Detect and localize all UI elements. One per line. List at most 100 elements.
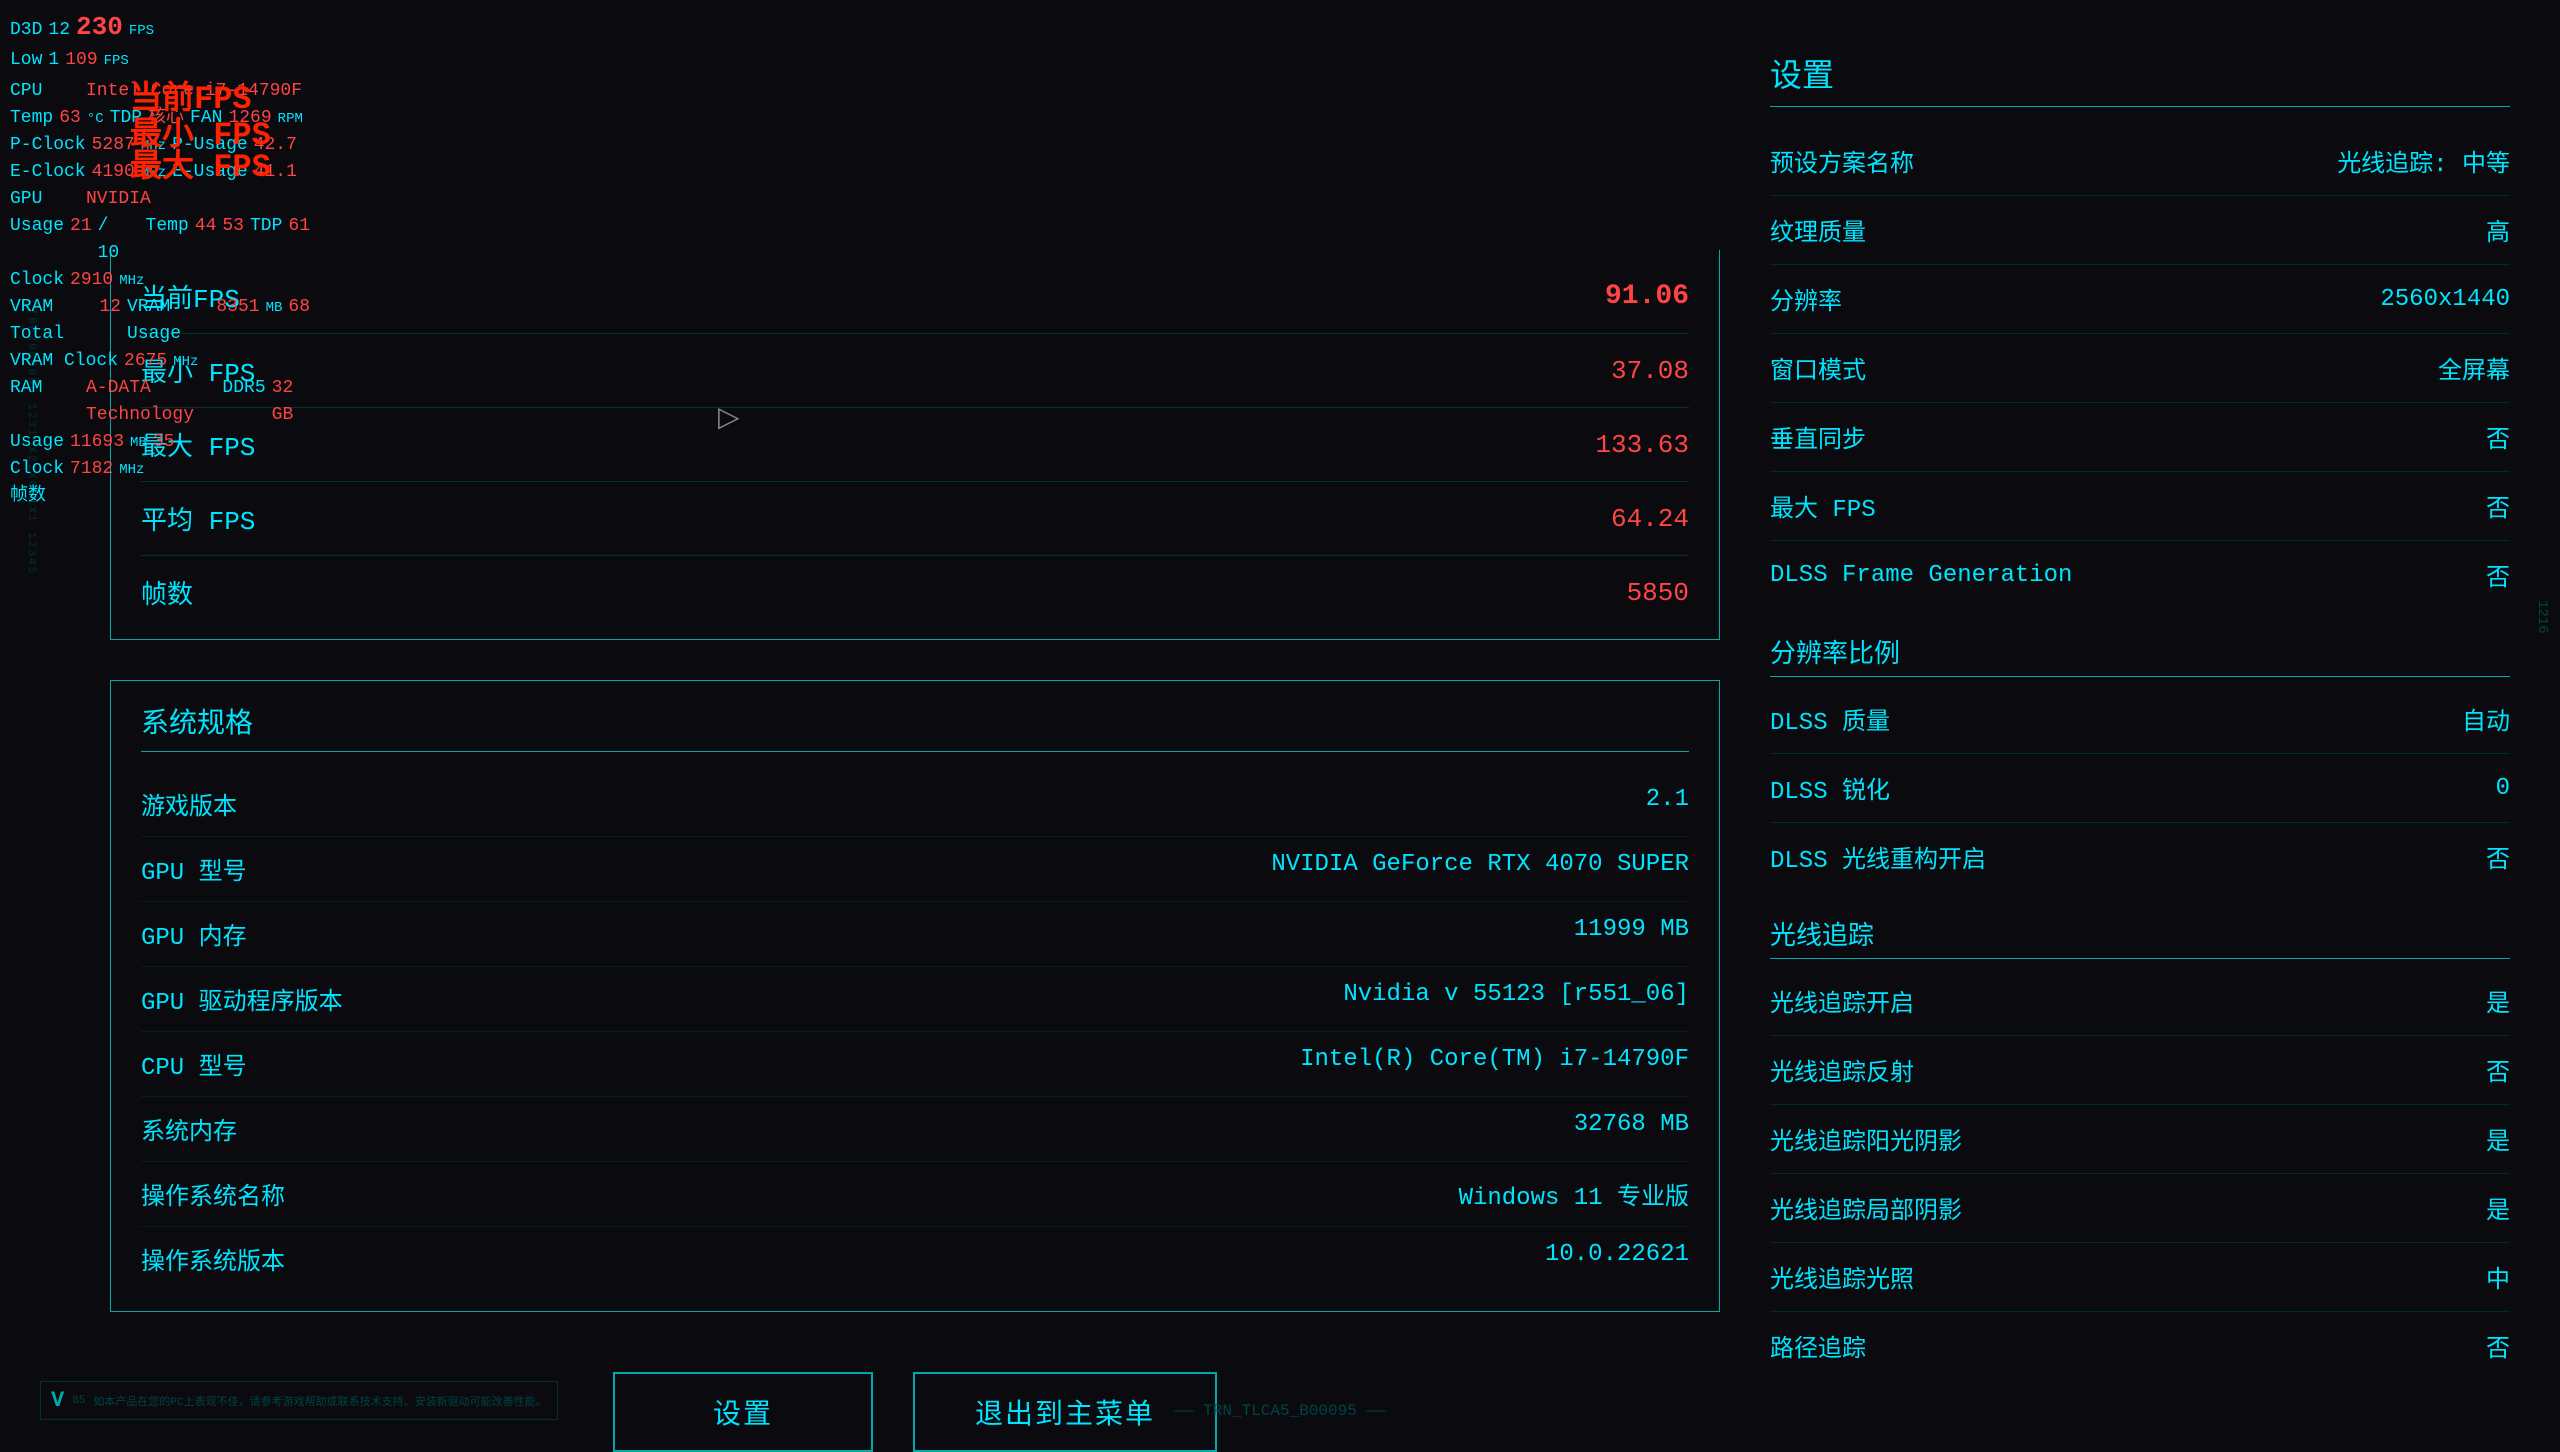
settings-row: 最大 FPS 否: [1770, 472, 2510, 541]
settings-rt-row: 光线追踪反射否: [1770, 1036, 2510, 1105]
hud-fps-low: 109: [65, 47, 97, 74]
settings-row: 分辨率 2560x1440: [1770, 265, 2510, 334]
settings-row-label: 窗口模式: [1770, 350, 1866, 386]
spec-row-value: 2.1: [1646, 786, 1689, 822]
settings-row-value: 2560x1440: [2380, 286, 2510, 313]
hud-cpu-label: CPU: [10, 78, 80, 105]
fps-min-value: 37.08: [1611, 356, 1689, 386]
hud-pct35: 35: [153, 429, 175, 456]
settings-ratio-row-value: 自动: [2462, 701, 2510, 737]
spec-row-value: Nvidia v 55123 [r551_06]: [1343, 981, 1689, 1017]
hud-fps-unit: FPS: [129, 21, 154, 42]
settings-rt-row-label: 光线追踪阳光阴影: [1770, 1121, 1962, 1157]
hud-vram-clock-label: VRAM Clock: [10, 348, 118, 375]
fps-avg-row: 平均 FPS 64.24: [141, 482, 1689, 556]
settings-row: 纹理质量高: [1770, 196, 2510, 265]
settings-ratio-row-value: 0: [2496, 775, 2510, 802]
hud-usage2-value: 11693: [70, 429, 124, 456]
hud-fps-low-unit: FPS: [104, 51, 129, 72]
settings-title: 设置: [1770, 50, 2510, 107]
hud-vram-total-value: 12: [99, 294, 121, 321]
spec-row-label: 操作系统版本: [141, 1241, 285, 1277]
settings-rt-row-value: 是: [2486, 983, 2510, 1019]
version-desc: 如本产品在您的PC上表现不佳，请参考游戏帮助或联系技术支持。安装新驱动可能改善性…: [93, 1393, 546, 1409]
hud-ram-value: A-DATA Technology: [86, 375, 216, 429]
spec-row: GPU 型号NVIDIA GeForce RTX 4070 SUPER: [141, 837, 1689, 902]
hud-clock2-value: 2910: [70, 267, 113, 294]
left-panel: 当前FPS 91.06 最小 FPS 37.08 最大 FPS 133.63 平…: [110, 30, 1720, 1320]
settings-rt-row: 光线追踪光照中: [1770, 1243, 2510, 1312]
hud-clock3-value: 7182: [70, 456, 113, 483]
settings-raytracing-section: 光线追踪: [1770, 915, 2510, 959]
hud-gpu-label: GPU: [10, 186, 80, 213]
hud-tdp2-val: 61: [288, 213, 310, 240]
settings-main-rows: 预设方案名称光线追踪: 中等纹理质量高分辨率 2560x1440 窗口模式 全屏幕垂直…: [1770, 127, 2510, 609]
hud-usage-value: 21: [70, 213, 92, 240]
hud-low-value: 1: [48, 47, 59, 74]
fps-avg-value: 64.24: [1611, 504, 1689, 534]
settings-ratio-row: DLSS 质量 自动: [1770, 685, 2510, 754]
settings-rt-row-value: 是: [2486, 1190, 2510, 1226]
hud-temp2-label: Temp: [146, 213, 189, 240]
main-content: 当前FPS 91.06 最小 FPS 37.08 最大 FPS 133.63 平…: [110, 30, 2510, 1320]
settings-ratio-row-value: 否: [2486, 839, 2510, 875]
hud-usage-label: Usage: [10, 213, 64, 240]
spec-row-value: 11999 MB: [1574, 916, 1689, 952]
fps-stats-container: 当前FPS 91.06 最小 FPS 37.08 最大 FPS 133.63 平…: [110, 250, 1720, 640]
hud-temp2b-val: 53: [222, 213, 244, 240]
settings-ratio-row-label: DLSS 质量: [1770, 701, 1890, 737]
settings-ratio-row-label: DLSS 锐化: [1770, 770, 1890, 806]
settings-raytracing-rows: 光线追踪开启是光线追踪反射否光线追踪阳光阴影是光线追踪局部阴影是光线追踪光照中路…: [1770, 967, 2510, 1380]
hud-clock3-label: Clock: [10, 456, 64, 483]
fps-max-row: 最大 FPS 133.63: [141, 408, 1689, 482]
spec-row: GPU 内存11999 MB: [141, 902, 1689, 967]
settings-ratio-row: DLSS 锐化 0: [1770, 754, 2510, 823]
settings-row-value: 全屏幕: [2438, 350, 2510, 386]
settings-row-value: 否: [2486, 419, 2510, 455]
settings-rt-row-label: 路径追踪: [1770, 1328, 1866, 1364]
bottom-bar-text: —— TRN_TLCA5_B00095 ——: [1174, 1402, 1385, 1420]
settings-row: 垂直同步否: [1770, 403, 2510, 472]
settings-ratio-row-label: DLSS 光线重构开启: [1770, 839, 1986, 875]
settings-row-label: 分辨率: [1770, 281, 1842, 317]
spec-rows: 游戏版本2.1GPU 型号NVIDIA GeForce RTX 4070 SUP…: [141, 772, 1689, 1291]
settings-ratio-row: DLSS 光线重构开启 否: [1770, 823, 2510, 891]
settings-row-value: 否: [2486, 488, 2510, 524]
settings-rt-row-value: 否: [2486, 1328, 2510, 1364]
spec-row-label: GPU 型号: [141, 851, 247, 887]
spec-row: 系统内存32768 MB: [141, 1097, 1689, 1162]
right-decoration: 1216: [2534, 600, 2550, 634]
hud-gpu-value: NVIDIA: [86, 186, 151, 213]
frames-label: 帧数: [141, 574, 193, 611]
spec-row-value: 32768 MB: [1574, 1111, 1689, 1147]
settings-rt-row-label: 光线追踪开启: [1770, 983, 1914, 1019]
spec-row-value: 10.0.22621: [1545, 1241, 1689, 1277]
settings-row-label: DLSS Frame Generation: [1770, 562, 2072, 589]
hud-usage2-label: Usage: [10, 429, 64, 456]
spec-section: 系统规格 游戏版本2.1GPU 型号NVIDIA GeForce RTX 407…: [110, 680, 1720, 1312]
hud-vram-usage-unit: MB: [266, 298, 283, 319]
spec-title: 系统规格: [141, 701, 1689, 752]
hud-low-label: Low: [10, 47, 42, 74]
hud-fps-current: 230: [76, 8, 123, 47]
hud-temp-label: Temp: [10, 105, 53, 132]
settings-row: 预设方案名称光线追踪: 中等: [1770, 127, 2510, 196]
settings-rt-row: 路径追踪 否: [1770, 1312, 2510, 1380]
hud-ram-size: 32 GB: [272, 375, 310, 429]
hud-slash10: / 10: [98, 213, 140, 267]
hud-temp2-val: 44: [195, 213, 217, 240]
frames-value: 5850: [1627, 578, 1689, 608]
fps-max-value: 133.63: [1595, 430, 1689, 460]
hud-clock2-unit: MHz: [119, 271, 144, 292]
settings-panel: 设置 预设方案名称光线追踪: 中等纹理质量高分辨率 2560x1440 窗口模式 全屏…: [1770, 30, 2510, 1320]
hud-pclock-label: P-Clock: [10, 132, 86, 159]
cursor-arrow: ▷: [718, 400, 740, 435]
hud-ddr5: DDR5: [222, 375, 265, 402]
spec-row: GPU 驱动程序版本Nvidia v 55123 [r551_06]: [141, 967, 1689, 1032]
settings-rt-row-value: 是: [2486, 1121, 2510, 1157]
hud-fan-unit: RPM: [278, 109, 303, 130]
fps-min-row: 最小 FPS 37.08: [141, 334, 1689, 408]
settings-row-label: 最大 FPS: [1770, 488, 1876, 524]
settings-rt-row: 光线追踪阳光阴影 是: [1770, 1105, 2510, 1174]
spec-row-value: Intel(R) Core(TM) i7-14790F: [1300, 1046, 1689, 1082]
